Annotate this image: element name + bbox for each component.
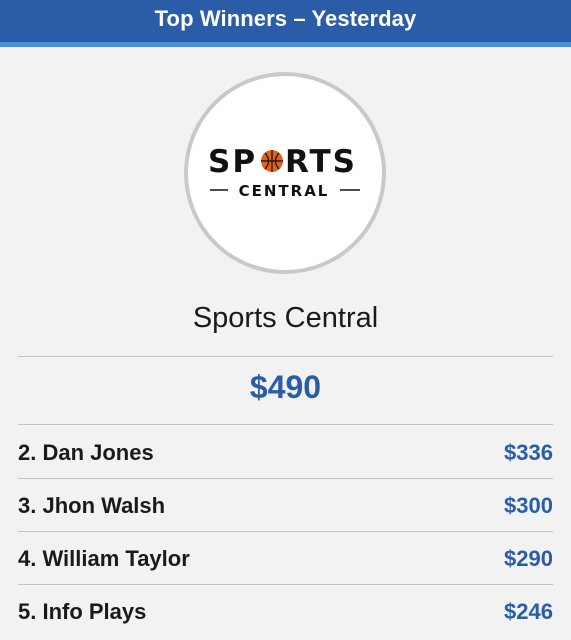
page-title: Top Winners – Yesterday	[154, 6, 417, 31]
runner-amount: $300	[504, 493, 553, 518]
runner-amount: $246	[504, 599, 553, 624]
runner-amount: $290	[504, 546, 553, 571]
list-item: 4. William Taylor $290	[18, 532, 553, 584]
runner-amount: $336	[504, 440, 553, 465]
runner-name: 2. Dan Jones	[18, 440, 154, 465]
divider	[18, 356, 553, 357]
sports-central-logo-icon: SP RTS CENTRAL	[208, 144, 360, 200]
svg-text:RTS: RTS	[285, 144, 357, 180]
list-item: 5. Info Plays $246	[18, 585, 553, 637]
winner-amount: $490	[249, 369, 322, 405]
runner-name: 3. Jhon Walsh	[18, 493, 166, 518]
runner-name: 5. Info Plays	[18, 599, 147, 624]
page-header: Top Winners – Yesterday	[0, 0, 571, 47]
runner-name: 4. William Taylor	[18, 546, 190, 571]
divider	[18, 424, 553, 425]
logo-word-bottom: CENTRAL	[239, 182, 330, 200]
winner-name: Sports Central	[192, 302, 379, 334]
winner-logo: SP RTS CENTRAL	[184, 72, 386, 274]
logo-word-top: SP	[208, 144, 257, 180]
list-item: 3. Jhon Walsh $300	[18, 479, 553, 531]
list-item: 2. Dan Jones $336	[18, 426, 553, 478]
